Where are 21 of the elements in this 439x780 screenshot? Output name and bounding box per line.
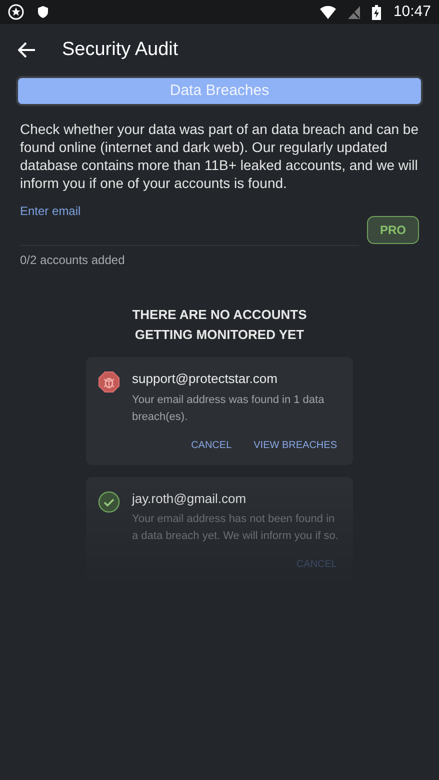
status-time: 10:47	[393, 2, 431, 22]
back-arrow-icon[interactable]	[18, 42, 36, 58]
screen-title: Security Audit	[62, 38, 178, 62]
account-email: support@protectstar.com	[132, 370, 278, 388]
card-action-button[interactable]: VIEW BREACHES	[254, 438, 337, 452]
wifi-icon	[320, 6, 336, 18]
battery-charging-icon	[372, 4, 382, 20]
description-text: Check whether your data was part of an data breach and can be found online (internet and dark web). Our regularly updated database contains more than 11B+ leaked accounts, and we will inform you if one of your accounts is found.	[20, 120, 419, 192]
card-action-button[interactable]: CANCEL	[191, 438, 232, 452]
account-status-text: Your email address has not been found in a data breach yet. We will inform you if so.	[132, 512, 340, 544]
bug-warning-icon	[98, 371, 120, 393]
shield-icon	[36, 5, 50, 19]
account-email: jay.roth@gmail.com	[132, 490, 248, 508]
email-input-field[interactable]: Enter email	[20, 202, 359, 246]
star-badge-icon	[8, 4, 24, 20]
pro-button[interactable]: PRO	[367, 216, 419, 244]
empty-message: THERE ARE NO ACCOUNTS GETTING MONITORED YET	[131, 306, 308, 344]
check-circle-icon	[98, 490, 120, 512]
account-status-text: Your email address was found in 1 data breach(es).	[132, 392, 326, 424]
no-signal-icon	[348, 6, 360, 18]
accounts-count: 0/2 accounts added	[20, 252, 126, 269]
